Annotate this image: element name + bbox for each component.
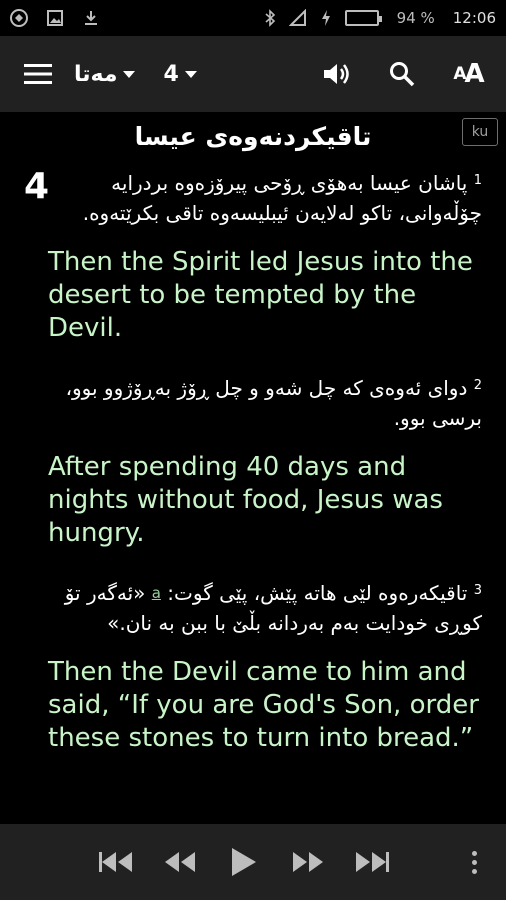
skip-previous-icon[interactable] bbox=[84, 832, 148, 892]
chapter-caret-icon bbox=[184, 70, 197, 78]
rewind-icon[interactable] bbox=[148, 832, 212, 892]
book-name: مەتا bbox=[74, 61, 118, 87]
chapter-selector[interactable]: 4 bbox=[163, 61, 197, 87]
verse-text: تاقیکەرەوە لێی هاتە پێش، پێی گوت: bbox=[167, 581, 468, 605]
status-bar: 94 % 12:06 bbox=[0, 0, 506, 36]
fast-forward-icon[interactable] bbox=[276, 832, 340, 892]
battery-percent: 94 % bbox=[396, 9, 435, 27]
verse-number: 3 bbox=[473, 583, 482, 598]
book-caret-icon bbox=[123, 70, 136, 78]
top-toolbar: مەتا 4 AA bbox=[0, 36, 506, 112]
verse-3-kurdish: 3 تاقیکەرەوە لێی هاتە پێش، پێی گوت: a «ئ… bbox=[24, 578, 482, 638]
menu-icon[interactable] bbox=[16, 52, 60, 96]
book-selector[interactable]: مەتا bbox=[74, 61, 136, 87]
verse-text: دوای ئەوەی کە چل شەو و چل ڕۆژ بەڕۆژوو بو… bbox=[65, 376, 482, 430]
audio-player-bar bbox=[0, 824, 506, 900]
image-icon bbox=[46, 9, 64, 27]
section-heading: تاقیکردنەوەی عیسا bbox=[134, 122, 372, 151]
bluetooth-icon bbox=[261, 9, 279, 27]
signal-icon bbox=[288, 9, 307, 27]
text-size-icon[interactable]: AA bbox=[446, 52, 490, 96]
chapter-number: 4 bbox=[163, 61, 179, 87]
verse-text: پاشان عیسا بەهۆی ڕۆحی پیرۆزەوە بردرایە چ… bbox=[82, 171, 482, 225]
play-icon[interactable] bbox=[212, 832, 276, 892]
charging-icon bbox=[317, 9, 335, 27]
speaker-icon[interactable] bbox=[314, 52, 358, 96]
verse-2-kurdish: 2 دوای ئەوەی کە چل شەو و چل ڕۆژ بەڕۆژوو … bbox=[24, 373, 482, 433]
app-icon bbox=[10, 9, 28, 27]
download-icon bbox=[82, 9, 100, 27]
search-icon[interactable] bbox=[380, 52, 424, 96]
verse-2-english: After spending 40 days and nights withou… bbox=[48, 452, 443, 548]
verse-1-kurdish: 4 1 پاشان عیسا بەهۆی ڕۆحی پیرۆزەوە بردرا… bbox=[24, 168, 482, 228]
skip-next-icon[interactable] bbox=[340, 832, 404, 892]
reader-content[interactable]: ku تاقیکردنەوەی عیسا 4 1 پاشان عیسا بەهۆ… bbox=[0, 112, 506, 824]
chapter-number-large: 4 bbox=[24, 166, 50, 207]
verse-3-english: Then the Devil came to him and said, “If… bbox=[48, 657, 479, 753]
battery-icon bbox=[344, 10, 382, 26]
clock: 12:06 bbox=[452, 9, 496, 27]
verse-1-english: Then the Spirit led Jesus into the deser… bbox=[48, 247, 473, 343]
language-badge[interactable]: ku bbox=[462, 118, 498, 146]
footnote-link[interactable]: a bbox=[152, 584, 161, 602]
more-vert-icon[interactable] bbox=[462, 850, 486, 874]
verse-number: 1 bbox=[473, 173, 482, 188]
verse-number: 2 bbox=[473, 378, 482, 393]
